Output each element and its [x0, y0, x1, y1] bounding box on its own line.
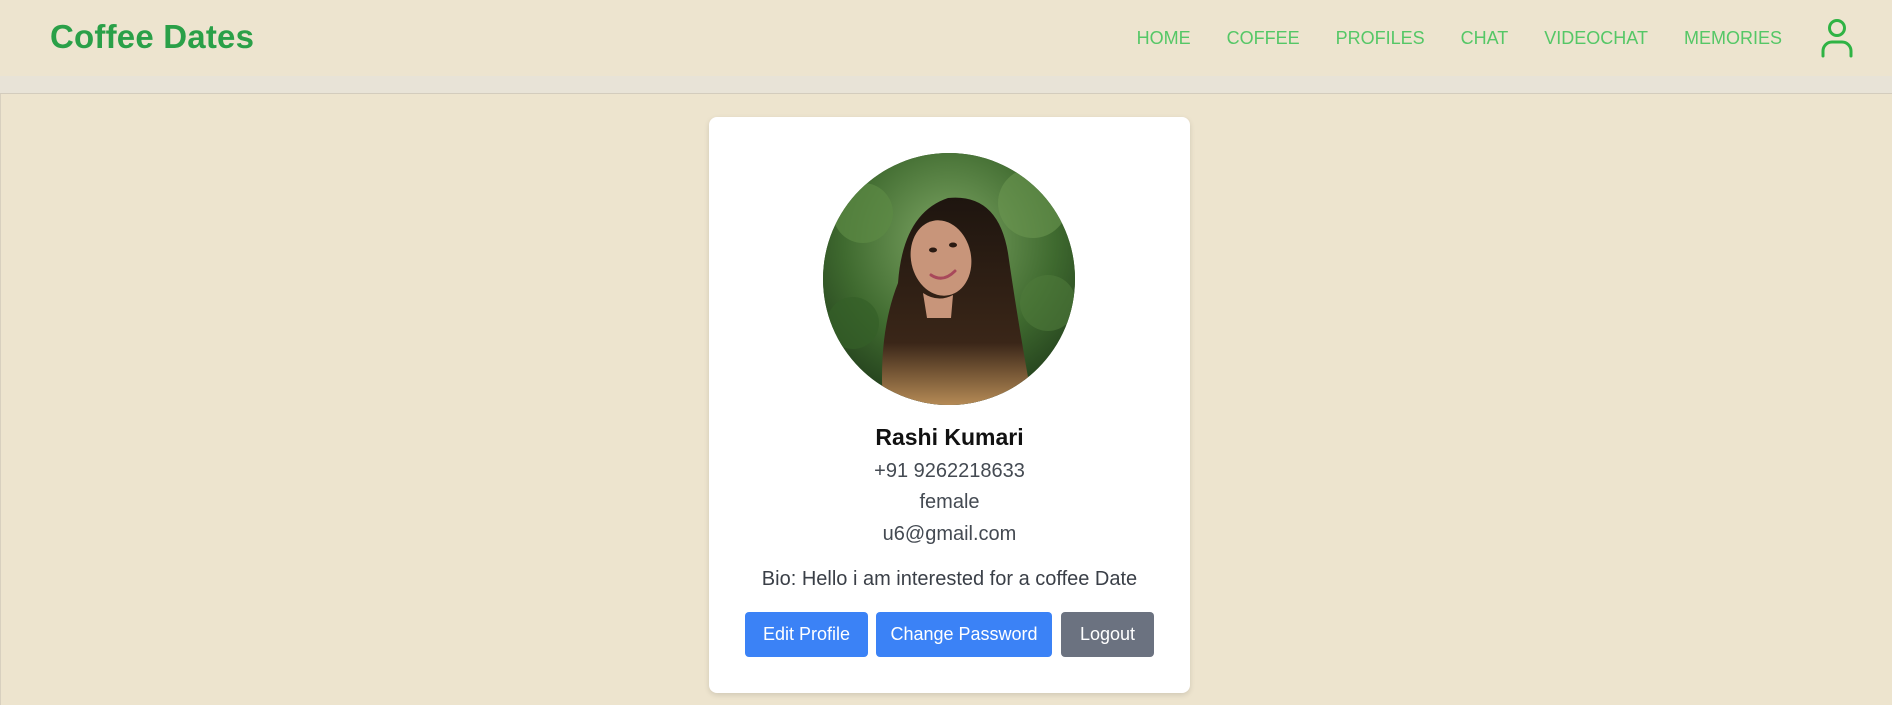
- header-divider-band: [0, 76, 1892, 94]
- nav-links: HOME COFFEE PROFILES CHAT VIDEOCHAT MEMO…: [1137, 0, 1892, 76]
- edit-profile-button[interactable]: Edit Profile: [745, 612, 868, 657]
- profile-gender: female: [919, 491, 980, 513]
- nav-item-coffee[interactable]: COFFEE: [1227, 28, 1300, 49]
- brand-logo-text[interactable]: Coffee Dates: [50, 18, 254, 56]
- nav-item-profiles[interactable]: PROFILES: [1336, 28, 1425, 49]
- profile-card: Rashi Kumari +91 9262218633 female u6@gm…: [709, 117, 1190, 693]
- profile-email: u6@gmail.com: [882, 523, 1017, 545]
- profile-photo: [823, 153, 1075, 405]
- nav-item-chat[interactable]: CHAT: [1461, 28, 1509, 49]
- profile-name: Rashi Kumari: [875, 424, 1024, 450]
- avatar: [823, 153, 1075, 405]
- top-navbar: Coffee Dates HOME COFFEE PROFILES CHAT V…: [0, 0, 1892, 76]
- change-password-button[interactable]: Change Password: [876, 612, 1052, 657]
- user-icon[interactable]: [1820, 18, 1854, 58]
- profile-phone: +91 9262218633: [874, 460, 1025, 482]
- nav-item-memories[interactable]: MEMORIES: [1684, 28, 1782, 49]
- nav-item-home[interactable]: HOME: [1137, 28, 1191, 49]
- profile-bio: Bio: Hello i am interested for a coffee …: [761, 568, 1138, 590]
- logout-button[interactable]: Logout: [1061, 612, 1154, 657]
- nav-item-videochat[interactable]: VIDEOCHAT: [1544, 28, 1648, 49]
